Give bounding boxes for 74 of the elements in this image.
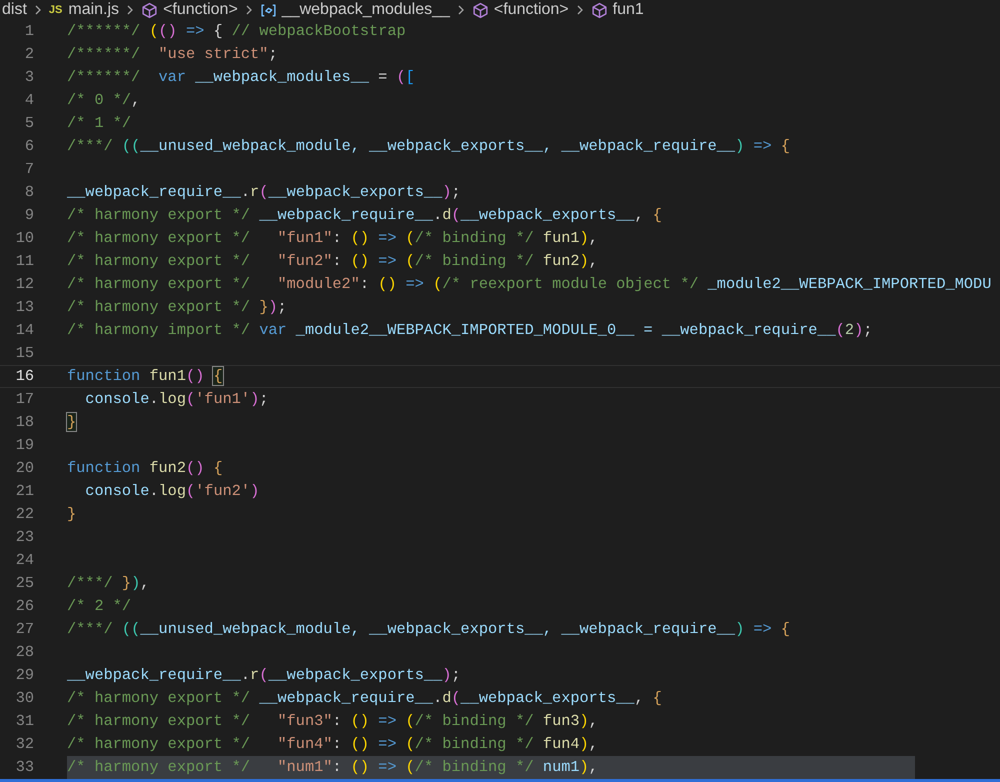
line-number: 31 <box>14 711 34 732</box>
line-number: 17 <box>14 389 34 410</box>
code-line: /***/ }), <box>67 573 150 594</box>
line-number: 10 <box>14 228 34 250</box>
line-number: 11 <box>14 251 34 272</box>
line-number: 1 <box>24 21 34 42</box>
code-line: /* 0 */, <box>67 90 140 111</box>
line-number: 3 <box>24 67 34 88</box>
code-line: __webpack_require__.r(__webpack_exports__); <box>67 665 461 686</box>
breadcrumb-item[interactable]: fun1 <box>612 0 644 22</box>
code-line: function fun2() { <box>67 458 223 479</box>
code-line: /* harmony export */ }); <box>67 297 287 318</box>
code-line: console.log('fun2') <box>84 481 260 502</box>
code-line: /* harmony export */ __webpack_require__.d(__webpack_exports__, { <box>67 205 662 226</box>
line-number: 24 <box>14 550 34 572</box>
line-number: 16 <box>14 366 34 388</box>
line-number: 23 <box>14 527 34 548</box>
breadcrumb-item[interactable]: main.js <box>68 0 120 22</box>
line-number: 22 <box>14 504 34 526</box>
breadcrumb-item[interactable]: dist <box>2 0 27 22</box>
code-line: /* 2 */ <box>67 596 132 617</box>
line-number: 33 <box>14 757 34 778</box>
line-number: 6 <box>24 136 34 158</box>
line-number: 25 <box>14 573 34 594</box>
code-line: console.log('fun1'); <box>84 389 268 410</box>
code-line: /* harmony export */ "fun1": () => (/* binding */ fun1), <box>67 228 598 249</box>
line-number: 12 <box>14 274 34 296</box>
line-number: 27 <box>14 619 34 640</box>
line-number: 18 <box>14 412 34 434</box>
code-line: /* harmony export */ "module2": () => (/* reexport module object */ _module2__WEBPACK_IMPORTED_MODU <box>67 274 992 295</box>
code-line: /* harmony export */ "fun3": () => (/* binding */ fun3), <box>67 711 598 732</box>
chevron-icon <box>125 3 136 17</box>
chevron-icon <box>456 3 466 17</box>
cube-icon <box>472 2 489 18</box>
chevron-icon <box>574 3 585 17</box>
line-number: 13 <box>14 297 34 318</box>
code-line: } <box>67 504 76 525</box>
cube-icon <box>141 2 158 18</box>
line-number: 29 <box>14 665 34 686</box>
breadcrumb-item[interactable]: __webpack_modules__ <box>282 0 450 22</box>
line-number: 4 <box>24 90 34 112</box>
line-number: 9 <box>24 205 34 226</box>
line-number: 8 <box>24 182 34 204</box>
line-number: 28 <box>14 642 34 664</box>
variable-icon <box>260 2 277 18</box>
code-line: /******/ "use strict"; <box>67 44 278 65</box>
line-number: 5 <box>24 113 34 134</box>
chevron-icon <box>244 3 254 17</box>
code-line: __webpack_require__.r(__webpack_exports__); <box>67 182 461 203</box>
code-line: function fun1() { <box>67 366 223 387</box>
code-line: /***/ ((__unused_webpack_module, __webpack_exports__, __webpack_require__) => { <box>67 619 790 640</box>
line-number: 19 <box>14 435 34 456</box>
breadcrumb-item[interactable]: <function> <box>494 0 569 22</box>
code-line: /* 1 */ <box>67 113 132 134</box>
line-number: 32 <box>14 734 34 756</box>
code-line: /* harmony export */ __webpack_require__.d(__webpack_exports__, { <box>67 688 662 709</box>
chevron-icon <box>32 3 43 17</box>
code-line: /***/ ((__unused_webpack_module, __webpack_exports__, __webpack_require__) => { <box>67 136 790 157</box>
code-line: /******/ var __webpack_modules__ = ([ <box>67 67 415 88</box>
line-number: 2 <box>24 44 34 66</box>
line-number: 30 <box>14 688 34 710</box>
line-number: 7 <box>24 159 34 180</box>
line-number: 15 <box>14 343 34 364</box>
breadcrumb-item[interactable]: <function> <box>163 0 238 22</box>
js-file-icon: JS <box>48 2 62 18</box>
code-line: /* harmony export */ "fun4": () => (/* binding */ fun4), <box>67 734 598 755</box>
cube-icon <box>590 2 608 18</box>
code-line: /* harmony export */ "fun2": () => (/* binding */ fun2), <box>67 251 598 272</box>
line-number: 26 <box>14 596 34 618</box>
line-number: 20 <box>14 458 34 480</box>
line-number: 21 <box>14 481 34 502</box>
code-line: /* harmony import */ var _module2__WEBPACK_IMPORTED_MODULE_0__ = __webpack_require__(2); <box>67 320 872 341</box>
line-number: 14 <box>14 320 34 342</box>
code-line: /******/ (() => { // webpackBootstrap <box>67 21 406 42</box>
